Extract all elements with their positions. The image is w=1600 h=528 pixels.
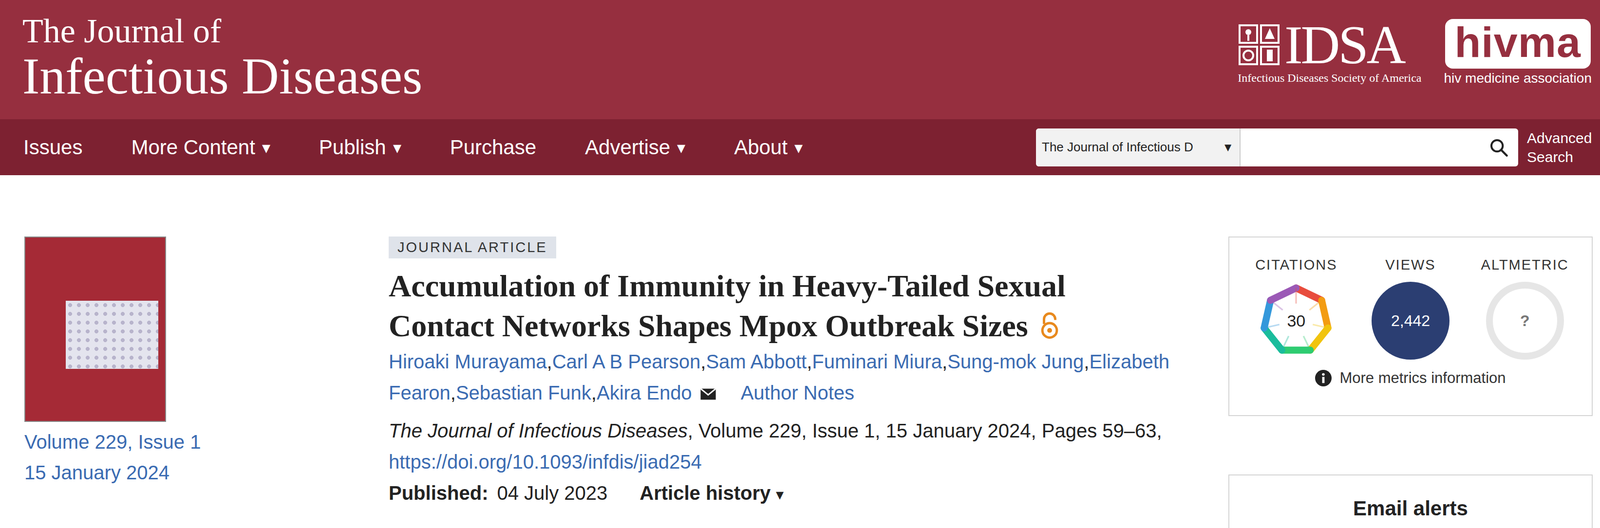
nav-item[interactable]: Issues (23, 135, 83, 160)
dimensions-badge[interactable]: 30 (1257, 282, 1336, 360)
idsa-logo[interactable]: IDSAInfectious Diseases Society of Ameri… (1237, 18, 1422, 85)
author-link[interactable]: Akira Endo (596, 382, 693, 404)
dropdown-caret-icon: ▾ (677, 137, 686, 158)
author-list: Hiroaki Murayama,Carl A B Pearson,Sam Ab… (388, 346, 1205, 409)
hivma-logo[interactable]: hivmahiv medicine association (1444, 18, 1593, 87)
metric[interactable]: VIEWS2,442 (1353, 257, 1469, 360)
search-bar: The Journal of Infectious D▼ (1035, 128, 1519, 167)
info-icon (1315, 370, 1332, 387)
article-type-badge: JOURNAL ARTICLE (388, 236, 557, 259)
article-title: Accumulation of Immunity in Heavy-Tailed… (388, 266, 1149, 347)
citation: The Journal of Infectious Diseases, Volu… (388, 415, 1205, 447)
dropdown-arrow-icon: ▼ (1222, 140, 1234, 155)
nav-item[interactable]: Advertise▾ (584, 135, 686, 160)
dropdown-caret-icon: ▾ (393, 137, 402, 158)
author-link[interactable]: Fuminari Miura (811, 351, 942, 373)
author-link[interactable]: Sebastian Funk (455, 382, 592, 404)
article-history-toggle[interactable]: Article history ▾ (639, 482, 784, 505)
metric[interactable]: CITATIONS30 (1239, 257, 1354, 360)
nav-item[interactable]: Publish▾ (319, 135, 402, 160)
more-metrics-link[interactable]: More metrics information (1239, 369, 1582, 388)
nav-item[interactable]: About▾ (734, 135, 803, 160)
doi-link[interactable]: https://doi.org/10.1093/infdis/jiad254 (388, 446, 1205, 478)
magnifier-icon (1488, 137, 1509, 158)
article-page: The Journal ofInfectious Diseases IDSAInf… (0, 0, 1600, 528)
open-access-lock-icon (1039, 312, 1060, 340)
author-link[interactable]: Sung-mok Jung (947, 351, 1084, 373)
main-nav: Issues More Content▾ Publish▾ Purchase Adver… (0, 119, 1600, 176)
search-input[interactable] (1240, 128, 1480, 167)
journal-title[interactable]: The Journal ofInfectious Diseases (22, 14, 423, 106)
search-scope-select[interactable]: The Journal of Infectious D▼ (1035, 128, 1241, 167)
author-link[interactable]: Carl A B Pearson (552, 351, 701, 373)
nav-item[interactable]: More Content▾ (131, 135, 270, 160)
site-header: The Journal ofInfectious Diseases IDSAInf… (0, 0, 1600, 120)
article-header: JOURNAL ARTICLE Accumulation of Immunity … (388, 236, 1229, 528)
advanced-search-link[interactable]: Advanced Search (1526, 128, 1596, 167)
envelope-icon[interactable] (699, 388, 717, 401)
idsa-emblem-icon (1237, 23, 1281, 67)
dropdown-caret-icon: ▾ (262, 137, 271, 158)
published-line: Published:04 July 2023Article history ▾ (388, 477, 1205, 511)
metrics-panel: CITATIONS30VIEWS2,442ALTMETRIC? More metr… (1228, 236, 1593, 417)
issue-cover-image[interactable] (24, 236, 167, 423)
author-notes-link[interactable]: Author Notes (740, 382, 855, 404)
author-link[interactable]: Hiroaki Murayama (388, 351, 547, 373)
views-badge[interactable]: 2,442 (1371, 282, 1450, 360)
author-link[interactable]: Sam Abbott (705, 351, 807, 373)
altmetric-badge[interactable]: ? (1486, 282, 1564, 360)
metric[interactable]: ALTMETRIC? (1467, 257, 1582, 360)
email-alerts-panel: Email alerts (1228, 474, 1593, 528)
search-button[interactable] (1479, 128, 1519, 167)
nav-item[interactable]: Purchase (450, 135, 537, 160)
issue-link[interactable]: Volume 229, Issue 115 January 2024 (24, 427, 389, 489)
dropdown-caret-icon: ▾ (794, 137, 803, 158)
